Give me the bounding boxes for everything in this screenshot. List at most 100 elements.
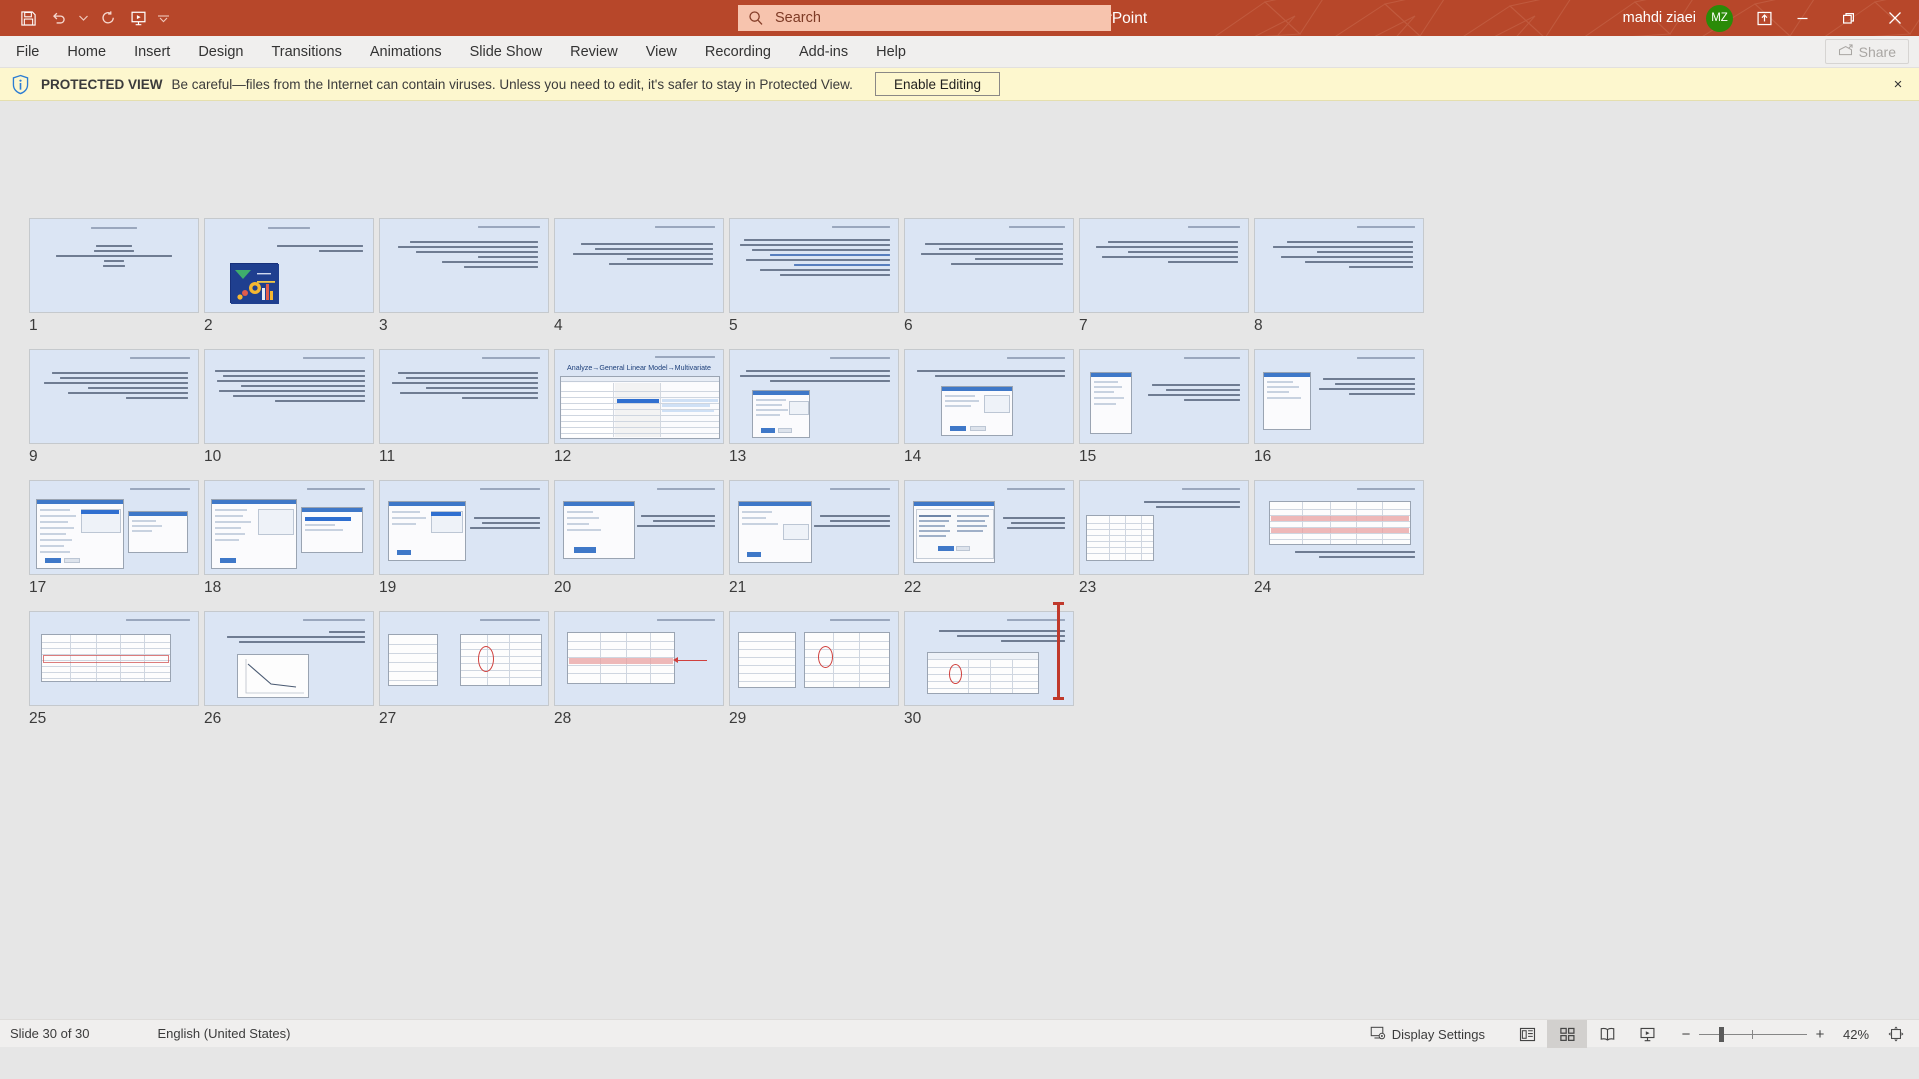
slide-preview[interactable] [729,218,899,313]
search-input[interactable]: Search [775,10,821,26]
slide-thumbnail-11[interactable]: 11 [379,349,549,465]
slide-thumbnail-8[interactable]: 8 [1254,218,1424,334]
slide-preview[interactable] [1254,349,1424,444]
slide-thumbnail-10[interactable]: 10 [204,349,374,465]
close-button[interactable] [1871,0,1919,36]
slide-sorter-view-button[interactable] [1547,1020,1587,1048]
zoom-level-label[interactable]: 42% [1833,1027,1879,1042]
slide-thumbnail-18[interactable]: 18 [204,480,374,596]
slide-preview[interactable] [1254,480,1424,575]
restore-button[interactable] [1825,0,1871,36]
slide-preview[interactable] [1079,218,1249,313]
slide-thumbnail-9[interactable]: 9 [29,349,199,465]
tab-help[interactable]: Help [862,36,920,68]
customize-qat-icon[interactable] [154,4,172,32]
slide-thumbnail-27[interactable]: 27 [379,611,549,727]
display-settings-button[interactable]: Display Settings [1370,1025,1485,1044]
slide-thumbnail-14[interactable]: 14 [904,349,1074,465]
slide-preview[interactable] [204,480,374,575]
slide-preview[interactable] [554,611,724,706]
slide-thumbnail-21[interactable]: 21 [729,480,899,596]
slide-preview[interactable] [1079,480,1249,575]
tab-home[interactable]: Home [53,36,120,68]
slide-preview[interactable] [554,218,724,313]
slide-preview[interactable] [904,349,1074,444]
slide-thumbnail-3[interactable]: 3 [379,218,549,334]
slide-preview[interactable] [29,611,199,706]
slide-preview[interactable] [1254,218,1424,313]
tab-design[interactable]: Design [184,36,257,68]
slide-thumbnail-4[interactable]: 4 [554,218,724,334]
save-icon[interactable] [14,4,42,32]
slide-thumbnail-2[interactable]: 2 [204,218,374,334]
slide-preview[interactable] [29,480,199,575]
slide-preview[interactable] [204,349,374,444]
slide-preview[interactable] [29,349,199,444]
slide-preview[interactable]: Analyze→General Linear Model→Multivariat… [554,349,724,444]
slide-preview[interactable] [379,349,549,444]
tab-view[interactable]: View [632,36,691,68]
ribbon-display-options-icon[interactable] [1749,0,1779,36]
slide-preview[interactable] [904,480,1074,575]
slide-preview[interactable] [379,611,549,706]
enable-editing-button[interactable]: Enable Editing [874,72,1001,96]
slide-position-indicator[interactable]: Slide 30 of 30 [10,1026,90,1041]
slide-thumbnail-16[interactable]: 16 [1254,349,1424,465]
close-icon[interactable]: × [1889,75,1907,93]
slide-preview[interactable] [204,611,374,706]
zoom-slider[interactable] [1699,1020,1807,1048]
slide-preview[interactable] [729,349,899,444]
slide-preview[interactable] [379,480,549,575]
slide-thumbnail-1[interactable]: 1 [29,218,199,334]
slide-thumbnail-22[interactable]: 22 [904,480,1074,596]
tab-slide-show[interactable]: Slide Show [456,36,557,68]
redo-icon[interactable] [94,4,122,32]
slide-preview[interactable] [204,218,374,313]
slide-thumbnail-5[interactable]: 5 [729,218,899,334]
slide-preview[interactable] [379,218,549,313]
account-name[interactable]: mahdi ziaei [1623,10,1696,26]
slide-thumbnail-30[interactable]: 30 [904,611,1074,727]
avatar[interactable]: MZ [1706,4,1733,32]
undo-dropdown-icon[interactable] [74,4,92,32]
slide-thumbnail-6[interactable]: 6 [904,218,1074,334]
undo-icon[interactable] [44,4,72,32]
slide-preview[interactable] [729,611,899,706]
normal-view-button[interactable] [1507,1020,1547,1048]
slide-thumbnail-25[interactable]: 25 [29,611,199,727]
slide-preview[interactable] [729,480,899,575]
slide-thumbnail-15[interactable]: 15 [1079,349,1249,465]
start-presentation-icon[interactable] [124,4,152,32]
slide-show-button[interactable] [1627,1020,1667,1048]
slide-thumbnail-13[interactable]: 13 [729,349,899,465]
minimize-button[interactable] [1779,0,1825,36]
slide-sorter-pane[interactable]: 1 2 3 4 5 6 7 8 9 10 11 Analyze→General … [0,101,1919,1019]
zoom-slider-thumb[interactable] [1719,1026,1724,1042]
slide-thumbnail-17[interactable]: 17 [29,480,199,596]
share-button[interactable]: Share [1824,39,1909,64]
tab-recording[interactable]: Recording [691,36,785,68]
fit-to-window-button[interactable] [1879,1020,1913,1048]
slide-thumbnail-12[interactable]: Analyze→General Linear Model→Multivariat… [554,349,724,465]
tab-transitions[interactable]: Transitions [257,36,355,68]
slide-thumbnail-20[interactable]: 20 [554,480,724,596]
tab-add-ins[interactable]: Add-ins [785,36,862,68]
slide-preview[interactable] [554,480,724,575]
zoom-control[interactable]: − + [1673,1020,1833,1048]
slide-preview[interactable] [29,218,199,313]
slide-thumbnail-24[interactable]: 24 [1254,480,1424,596]
tab-animations[interactable]: Animations [356,36,456,68]
slide-thumbnail-19[interactable]: 19 [379,480,549,596]
search-box[interactable]: Search [738,5,1111,31]
tab-review[interactable]: Review [556,36,632,68]
slide-thumbnail-26[interactable]: 26 [204,611,374,727]
slide-thumbnail-7[interactable]: 7 [1079,218,1249,334]
reading-view-button[interactable] [1587,1020,1627,1048]
zoom-in-button[interactable]: + [1807,1020,1833,1048]
slide-thumbnail-23[interactable]: 23 [1079,480,1249,596]
slide-preview[interactable] [1079,349,1249,444]
slide-preview[interactable] [904,611,1074,706]
slide-thumbnail-28[interactable]: 28 [554,611,724,727]
tab-insert[interactable]: Insert [120,36,184,68]
zoom-out-button[interactable]: − [1673,1020,1699,1048]
